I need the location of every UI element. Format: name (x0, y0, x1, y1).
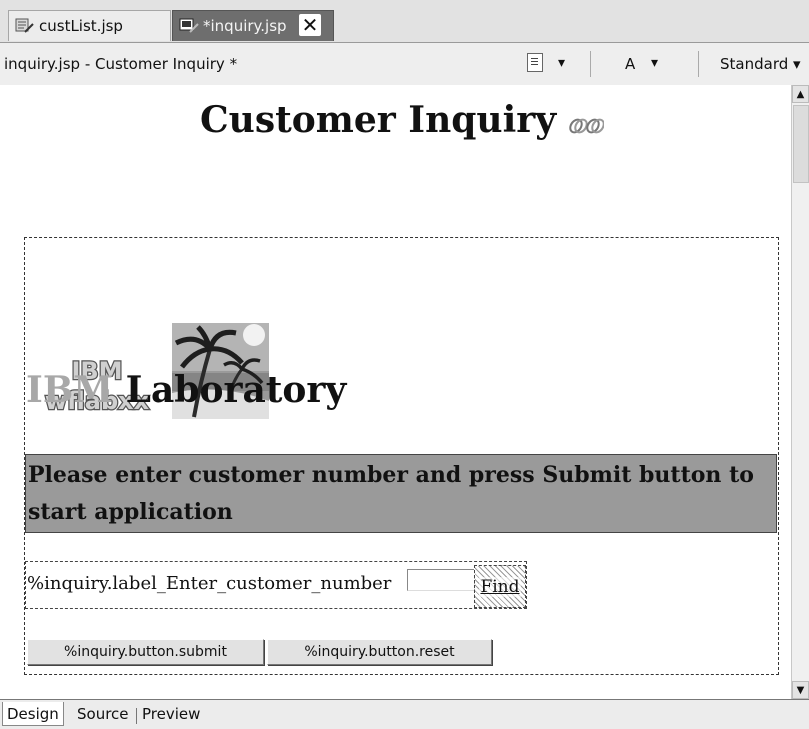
font-button[interactable]: A (625, 55, 635, 73)
document-title: inquiry.jsp - Customer Inquiry * (4, 55, 238, 73)
page-view-tabs: Design Source Preview (0, 699, 809, 729)
tab-source[interactable]: Source (73, 702, 133, 726)
editor-tab-bar: custList.jsp *inquiry.jsp ✕ (0, 0, 809, 43)
page-heading: Customer Inquiry (200, 99, 557, 141)
customer-number-input[interactable] (407, 569, 475, 591)
instruction-banner: Please enter customer number and press S… (25, 454, 777, 533)
find-button[interactable]: Find (474, 565, 526, 608)
tab-inquiry-jsp[interactable]: *inquiry.jsp ✕ (172, 10, 334, 41)
submit-button[interactable]: %inquiry.button.submit (27, 639, 264, 665)
lab-title: IBM Laboratory (26, 369, 346, 411)
find-button-label: Find (479, 576, 521, 597)
scroll-down-arrow-icon[interactable]: ▼ (792, 681, 809, 699)
lab-title-ibm: IBM (26, 369, 114, 411)
style-select-value: Standard (720, 55, 789, 73)
scroll-thumb[interactable] (793, 105, 809, 183)
design-canvas[interactable]: Customer Inquiry IBM wflabxx IBM Laborat… (0, 85, 791, 699)
tab-label: custList.jsp (39, 17, 123, 35)
toolbar-separator (590, 51, 591, 77)
toolbar-separator (698, 51, 699, 77)
vertical-scrollbar[interactable]: ▲ ▼ (791, 85, 809, 699)
lab-title-laboratory: Laboratory (125, 369, 347, 411)
reset-button[interactable]: %inquiry.button.reset (267, 639, 492, 665)
close-icon[interactable]: ✕ (299, 13, 321, 37)
dropdown-arrow-icon[interactable]: ▾ (651, 55, 658, 71)
page-properties-icon[interactable] (527, 53, 543, 72)
jsp-file-icon (15, 18, 35, 34)
style-select[interactable]: Standard ▾ (720, 55, 801, 73)
editor-toolbar: inquiry.jsp - Customer Inquiry * ▾ A ▾ S… (0, 43, 809, 86)
customer-number-label: %inquiry.label_Enter_customer_number (27, 573, 392, 594)
tab-custlist-jsp[interactable]: custList.jsp (8, 10, 171, 41)
tab-design[interactable]: Design (2, 702, 64, 726)
dropdown-arrow-icon[interactable]: ▾ (558, 55, 565, 71)
scroll-up-arrow-icon[interactable]: ▲ (792, 85, 809, 103)
tab-preview[interactable]: Preview (138, 702, 204, 726)
dropdown-arrow-icon: ▾ (793, 55, 801, 73)
tab-label: *inquiry.jsp (203, 17, 287, 35)
tab-separator (136, 708, 137, 724)
link-chain-icon (569, 118, 604, 134)
jsp-editor-icon (179, 18, 199, 34)
